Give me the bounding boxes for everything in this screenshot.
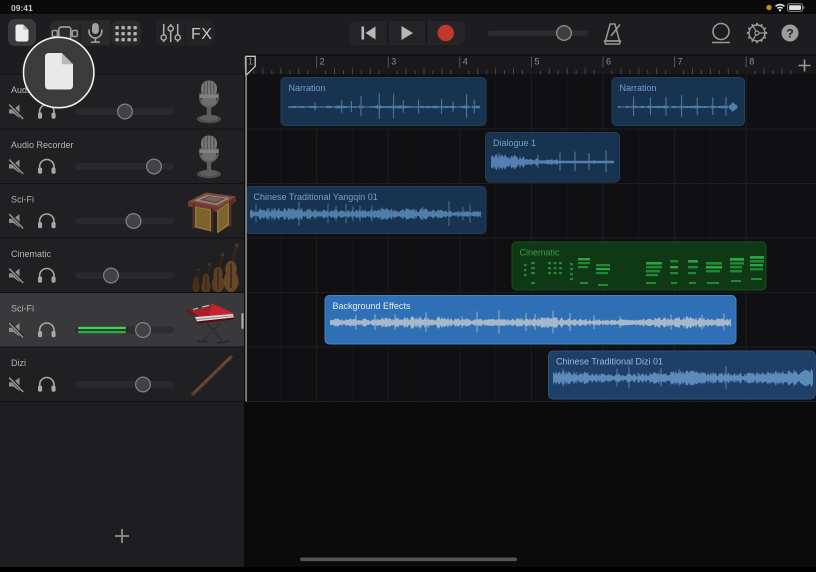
svg-text:2: 2 bbox=[320, 57, 325, 67]
svg-text:Chinese Traditional Yangqin 01: Chinese Traditional Yangqin 01 bbox=[254, 192, 378, 202]
svg-text:?: ? bbox=[786, 27, 793, 41]
svg-text:6: 6 bbox=[606, 57, 611, 67]
svg-text:Cinematic: Cinematic bbox=[11, 249, 52, 259]
svg-text:4: 4 bbox=[463, 57, 468, 67]
svg-text:3: 3 bbox=[391, 57, 396, 67]
svg-text:8: 8 bbox=[749, 57, 754, 67]
svg-text:Narration: Narration bbox=[620, 83, 657, 93]
svg-text:Audio Recorder: Audio Recorder bbox=[11, 140, 74, 150]
svg-text:Background Effects: Background Effects bbox=[333, 301, 411, 311]
svg-text:09:41: 09:41 bbox=[11, 3, 33, 13]
svg-text:Chinese Traditional Dizi 01: Chinese Traditional Dizi 01 bbox=[556, 357, 663, 367]
svg-text:5: 5 bbox=[534, 57, 539, 67]
svg-text:Sci-Fi: Sci-Fi bbox=[11, 195, 34, 205]
svg-text:Narration: Narration bbox=[289, 83, 326, 93]
svg-text:Dialogue 1: Dialogue 1 bbox=[493, 138, 536, 148]
svg-text:Dizi: Dizi bbox=[11, 358, 26, 368]
svg-text:1: 1 bbox=[248, 57, 253, 67]
svg-text:7: 7 bbox=[678, 57, 683, 67]
svg-text:FX: FX bbox=[191, 26, 212, 43]
svg-text:Cinematic: Cinematic bbox=[520, 248, 561, 258]
svg-text:Sci-Fi: Sci-Fi bbox=[11, 304, 34, 314]
